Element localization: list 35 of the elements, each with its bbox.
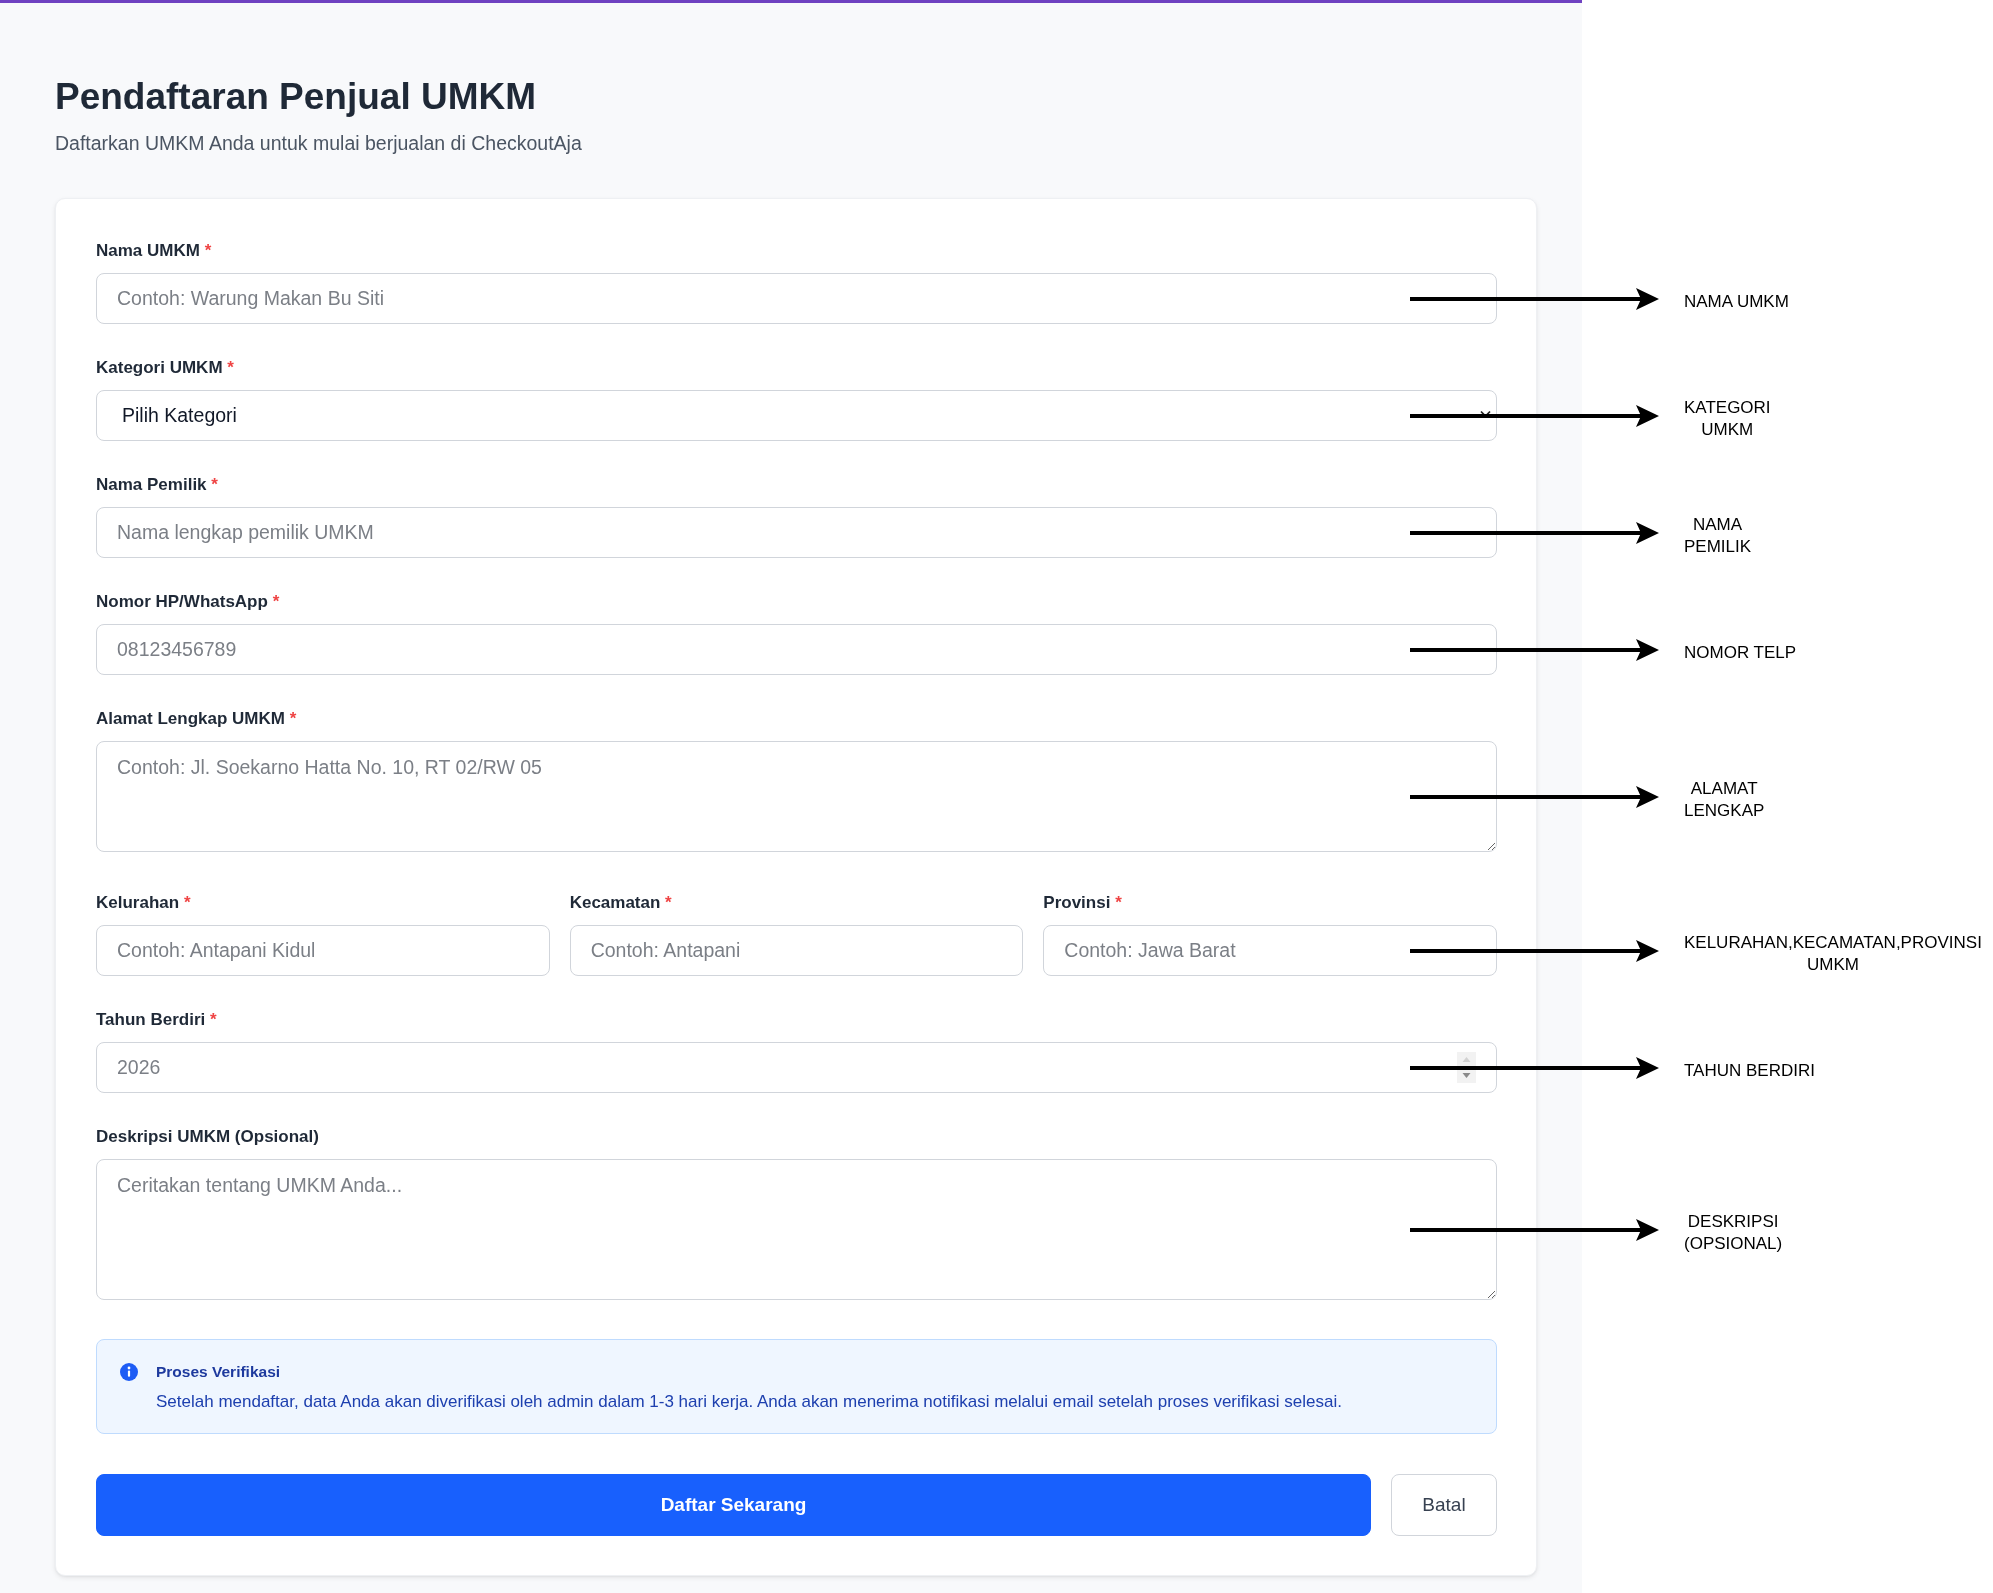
field-label: Kelurahan * (96, 892, 192, 914)
field-label: Tahun Berdiri * (96, 1009, 218, 1031)
input-field[interactable]: Nama lengkap pemilik UMKM (96, 507, 1497, 558)
field-label: Alamat Lengkap UMKM * (96, 708, 298, 730)
field-label: Nama Pemilik * (96, 474, 219, 496)
page-title: Pendaftaran Penjual UMKM (55, 75, 538, 119)
annotation-label: TAHUN BERDIRI (1684, 1059, 1815, 1082)
notice-title: Proses Verifikasi (156, 1362, 282, 1382)
annotation-label: NAMA PEMILIK (1684, 513, 1752, 558)
textarea-field[interactable]: Contoh: Jl. Soekarno Hatta No. 10, RT 02/RW 05 (96, 741, 1497, 852)
annotation-label: KATEGORI UMKM (1684, 396, 1771, 441)
field-label: Deskripsi UMKM (Opsional) (96, 1126, 320, 1148)
field-label: Kecamatan * (569, 892, 673, 914)
annotation-label: KELURAHAN,KECAMATAN,PROVINSI UMKM (1684, 931, 1982, 976)
info-icon (120, 1363, 138, 1381)
field-label: Kategori UMKM * (96, 357, 235, 379)
textarea-field[interactable]: Ceritakan tentang UMKM Anda... (96, 1159, 1497, 1300)
cancel-button[interactable]: Batal (1391, 1474, 1497, 1536)
field-label: Nomor HP/WhatsApp * (96, 591, 281, 613)
input-field[interactable]: Contoh: Antapani Kidul (96, 925, 550, 976)
input-field[interactable]: Contoh: Antapani (569, 925, 1024, 976)
register-button[interactable]: Daftar Sekarang (96, 1474, 1371, 1536)
annotation-label: ALAMAT LENGKAP (1684, 777, 1765, 822)
annotation-label: NOMOR TELP (1684, 641, 1797, 664)
notice-message: Setelah mendaftar, data Anda akan diverifikasi oleh admin dalam 1-3 hari kerja. Anda akan menerima notifikasi melalui email setelah proses verifikasi selesai. (156, 1391, 1343, 1413)
input-field[interactable]: Contoh: Warung Makan Bu Siti (96, 273, 1497, 324)
input-field[interactable]: 08123456789 (96, 624, 1497, 675)
input-field[interactable]: Contoh: Jawa Barat (1043, 925, 1497, 976)
annotation-label: NAMA UMKM (1684, 290, 1789, 313)
page-subtitle: Daftarkan UMKM Anda untuk mulai berjualan di CheckoutAja (55, 131, 583, 156)
annotation-label: DESKRIPSI (OPSIONAL) (1684, 1210, 1783, 1255)
number-field[interactable]: 2026 (96, 1042, 1497, 1093)
field-label: Provinsi * (1043, 892, 1123, 914)
dropdown-field[interactable]: Pilih Kategori (96, 390, 1497, 441)
field-label: Nama UMKM * (96, 240, 213, 262)
